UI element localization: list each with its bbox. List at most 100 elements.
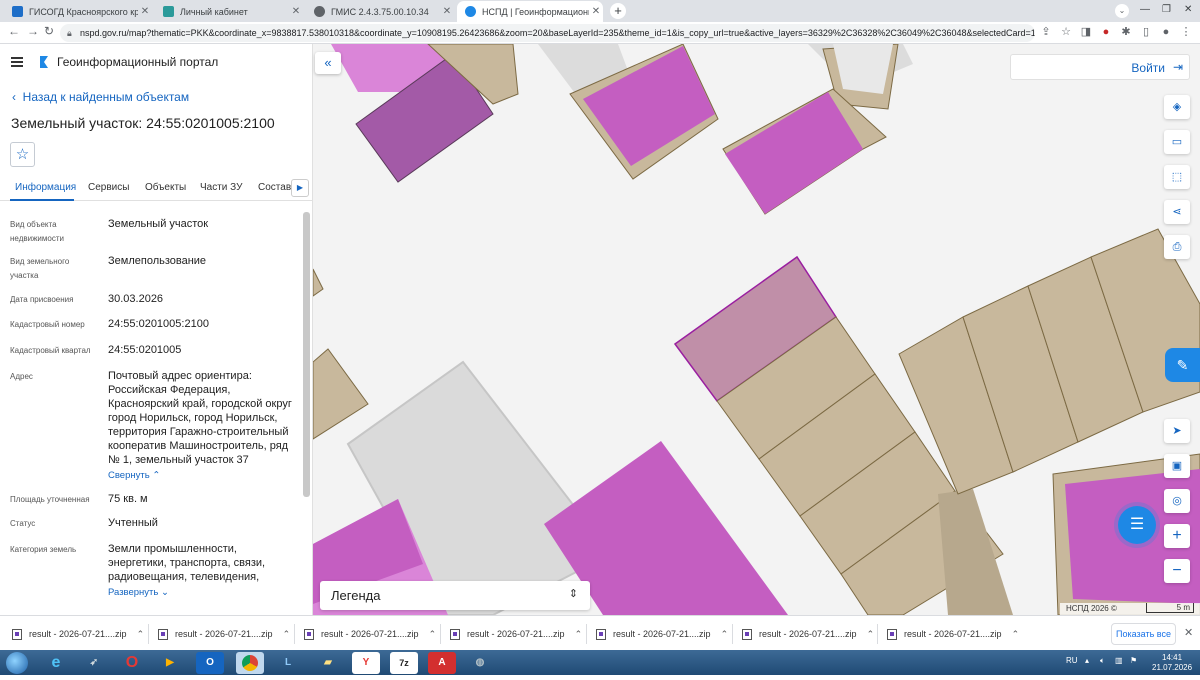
panel-scrollbar[interactable] — [303, 212, 310, 497]
chevron-up-icon[interactable]: ⌃ — [137, 629, 145, 640]
print-icon[interactable]: ⎙ — [1164, 235, 1190, 259]
volume-icon[interactable]: 🔈︎ — [1100, 656, 1105, 666]
share-icon[interactable]: ⋖ — [1164, 200, 1190, 224]
chevron-up-icon[interactable]: ⌃ — [721, 629, 729, 640]
download-item[interactable]: result - 2026-07-21....zip ⌃ — [742, 627, 874, 641]
browser-tab-nspd[interactable]: НСПД | Геоинформационный п ✕ — [457, 1, 603, 22]
maximize-icon[interactable]: ❐ — [1162, 4, 1171, 15]
feedback-tab-icon[interactable]: ✎ — [1165, 348, 1200, 382]
yandex-icon[interactable]: Y — [352, 652, 380, 674]
browser-tab-lk[interactable]: Личный кабинет ✕ — [155, 1, 303, 22]
opera-icon[interactable]: O — [118, 652, 146, 674]
field-label: Вид объекта недвижимости — [10, 220, 64, 243]
download-item[interactable]: result - 2026-07-21....zip ⌃ — [596, 627, 728, 641]
bookmark-star-icon[interactable]: ☆ — [1060, 26, 1072, 38]
field-value: Учтенный — [108, 517, 158, 529]
tab-info[interactable]: Информация — [15, 182, 76, 193]
tabs-next-button[interactable]: ▶ — [291, 179, 309, 197]
chevron-up-icon[interactable]: ⌃ — [1012, 629, 1020, 640]
app-icon[interactable]: ◍ — [466, 652, 494, 674]
extension-icon-1[interactable]: ◨ — [1080, 26, 1092, 38]
select-area-icon[interactable]: ⬚ — [1164, 165, 1190, 189]
tab-composition[interactable]: Состав — [258, 182, 291, 193]
media-player-icon[interactable]: ▶ — [156, 652, 184, 674]
flag-icon[interactable]: ⚑ — [1130, 656, 1137, 665]
minimap-icon[interactable]: ▣ — [1164, 454, 1190, 478]
share-icon[interactable]: ⇪ — [1040, 26, 1052, 38]
land-parcel[interactable] — [313, 348, 369, 440]
network-icon[interactable]: ▥ — [1115, 656, 1123, 665]
back-arrow-icon[interactable]: ← — [8, 24, 20, 38]
ruler-icon[interactable]: ▭ — [1164, 130, 1190, 154]
login-button[interactable]: Войти ⇥ — [1010, 54, 1190, 80]
browser-tab-gmis[interactable]: ГМИС 2.4.3.75.00.10.34 ✕ — [306, 1, 454, 22]
chevron-up-icon[interactable]: ▴ — [1085, 656, 1089, 665]
browser-tab-gisogd[interactable]: ГИСОГД Красноярского края ✕ — [4, 1, 152, 22]
tab-parts[interactable]: Части ЗУ — [200, 182, 242, 193]
system-clock[interactable]: 14:41 21.07.2026 — [1152, 653, 1192, 673]
zoom-out-button[interactable]: − — [1164, 559, 1190, 583]
personal-cabinet-favicon-icon — [163, 6, 174, 17]
cadastral-map[interactable] — [313, 44, 1200, 615]
field-value: 30.03.2026 — [108, 293, 164, 305]
chat-assistant-icon[interactable]: ☰ — [1118, 506, 1156, 544]
land-parcel[interactable] — [313, 268, 324, 297]
field-label: Кадастровый номер — [10, 320, 85, 329]
expand-toggle[interactable]: Развернуть ⌄ — [108, 587, 169, 598]
minimize-icon[interactable]: — — [1140, 4, 1150, 15]
folder-icon[interactable]: ▰ — [314, 652, 342, 674]
app-icon[interactable]: L — [274, 652, 302, 674]
browser-toolbar: ← → ↻ 🔒︎ nspd.gov.ru/map?thematic=PKK&co… — [0, 22, 1200, 44]
new-tab-button[interactable]: + — [610, 3, 626, 19]
close-icon[interactable]: ✕ — [1184, 626, 1193, 639]
extension-icon-2[interactable]: ● — [1100, 26, 1112, 38]
chevron-up-icon[interactable]: ⌃ — [429, 629, 437, 640]
tab-objects[interactable]: Объекты — [145, 182, 186, 193]
close-icon[interactable]: ✕ — [138, 6, 152, 17]
close-icon[interactable]: ✕ — [589, 6, 603, 17]
outlook-icon[interactable]: O — [196, 652, 224, 674]
ie-icon[interactable]: e — [42, 652, 70, 674]
lock-icon: 🔒︎ — [67, 28, 72, 38]
language-indicator[interactable]: RU — [1066, 656, 1078, 665]
forward-arrow-icon[interactable]: → — [27, 24, 39, 38]
zoom-in-button[interactable]: + — [1164, 524, 1190, 548]
collapse-toggle[interactable]: Свернуть ⌃ — [108, 470, 160, 481]
start-button-icon[interactable] — [6, 652, 28, 674]
close-icon[interactable]: ✕ — [440, 6, 454, 17]
hamburger-menu-icon[interactable] — [11, 57, 23, 67]
tab-search-icon[interactable]: ⌄ — [1115, 4, 1129, 18]
legend-panel[interactable]: Легенда ⇕ — [320, 581, 590, 610]
download-item[interactable]: result - 2026-07-21....zip ⌃ — [887, 627, 1019, 641]
app-icon[interactable]: ➶ — [80, 652, 108, 674]
my-location-icon[interactable]: ➤ — [1164, 419, 1190, 443]
back-to-results-link[interactable]: ‹ Назад к найденным объектам — [12, 90, 189, 104]
layers-icon[interactable]: ◈ — [1164, 95, 1190, 119]
collapse-panel-button[interactable]: « — [315, 52, 341, 74]
sidepanel-icon[interactable]: ▯ — [1140, 26, 1152, 38]
chevron-up-icon[interactable]: ⌃ — [283, 629, 291, 640]
chrome-icon[interactable] — [236, 652, 264, 674]
download-item[interactable]: result - 2026-07-21....zip ⌃ — [450, 627, 582, 641]
download-item[interactable]: result - 2026-07-21....zip ⌃ — [12, 627, 144, 641]
chevron-up-icon[interactable]: ⌃ — [575, 629, 583, 640]
download-item[interactable]: result - 2026-07-21....zip ⌃ — [304, 627, 436, 641]
address-bar[interactable]: 🔒︎ nspd.gov.ru/map?thematic=PKK&coordina… — [60, 24, 1035, 42]
reload-icon[interactable]: ↻ — [44, 24, 54, 38]
pdf-icon[interactable]: A — [428, 652, 456, 674]
download-item[interactable]: result - 2026-07-21....zip ⌃ — [158, 627, 290, 641]
tab-services[interactable]: Сервисы — [88, 182, 129, 193]
favorite-star-button[interactable]: ☆ — [10, 142, 35, 167]
show-all-downloads-button[interactable]: Показать все — [1111, 623, 1176, 645]
zip-file-icon — [450, 628, 460, 640]
7zip-icon[interactable]: 7z — [390, 652, 418, 674]
profile-icon[interactable]: ● — [1160, 26, 1172, 38]
map-canvas[interactable] — [313, 44, 1200, 615]
geo-search-icon[interactable]: ◎ — [1164, 489, 1190, 513]
menu-kebab-icon[interactable]: ⋮ — [1180, 26, 1192, 38]
chevron-up-icon[interactable]: ⌃ — [867, 629, 875, 640]
close-icon[interactable]: ✕ — [289, 6, 303, 17]
portal-logo-icon — [40, 56, 48, 68]
close-window-icon[interactable]: ✕ — [1184, 4, 1192, 15]
extensions-puzzle-icon[interactable]: ✱ — [1120, 26, 1132, 38]
